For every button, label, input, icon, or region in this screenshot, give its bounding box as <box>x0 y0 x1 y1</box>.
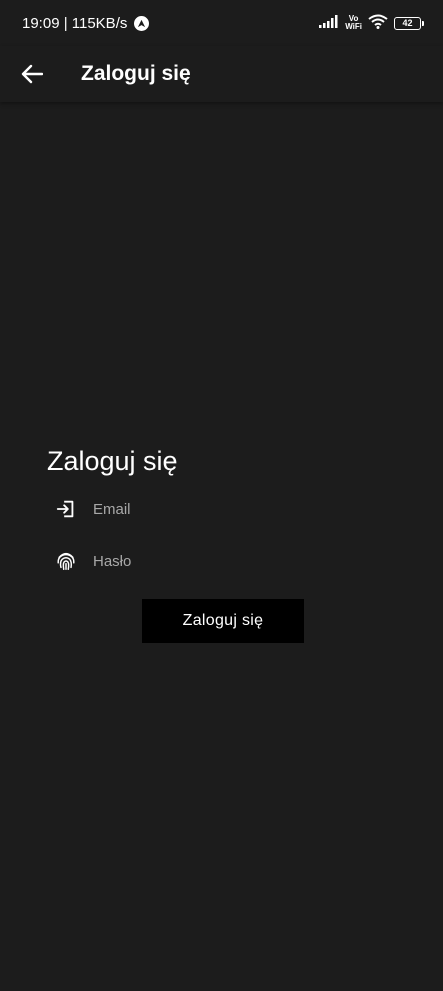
status-time-speed: 19:09 | 115KB/s <box>22 14 128 32</box>
email-input[interactable] <box>93 494 394 524</box>
vowifi-indicator: Vo WiFi <box>345 15 362 31</box>
wifi-label: WiFi <box>345 22 362 31</box>
login-button[interactable]: Zaloguj się <box>142 599 304 643</box>
page-title: Zaloguj się <box>81 62 191 85</box>
app-bar: Zaloguj się <box>0 46 443 102</box>
back-button[interactable] <box>18 60 46 88</box>
password-input[interactable] <box>93 546 394 576</box>
navigation-icon <box>134 15 150 31</box>
battery-level: 42 <box>402 18 413 28</box>
fingerprint-icon <box>54 549 78 573</box>
status-right: Vo WiFi 42 <box>319 14 424 33</box>
login-screen: 19:09 | 115KB/s Vo WiFi 42 Zaloguj się Z… <box>0 0 443 991</box>
battery-icon: 42 <box>394 16 424 30</box>
login-icon <box>54 497 78 521</box>
signal-icon <box>319 14 339 32</box>
wifi-icon <box>368 14 388 33</box>
status-bar: 19:09 | 115KB/s Vo WiFi 42 <box>0 0 443 46</box>
status-left: 19:09 | 115KB/s <box>22 14 150 32</box>
email-field[interactable] <box>54 491 394 527</box>
password-field[interactable] <box>54 543 394 579</box>
arrow-left-icon <box>21 64 43 84</box>
form-title: Zaloguj się <box>47 446 178 476</box>
